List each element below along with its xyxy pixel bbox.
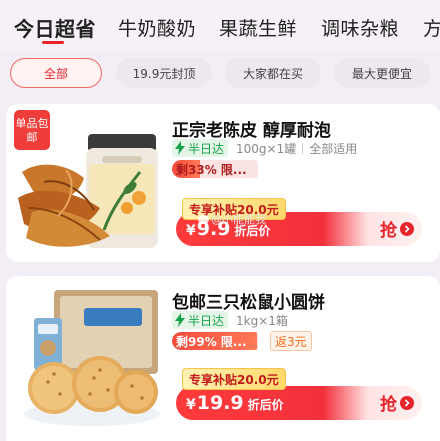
stock-remaining-pill: 剩99% 限... [172, 332, 258, 350]
exclusive-subsidy-tag: 专享补贴20.0元 [182, 368, 286, 390]
stock-remaining-text: 剩99% 限... [176, 334, 247, 349]
product-meta-row: 半日达 1kg×1箱 [172, 310, 288, 330]
grab-button[interactable]: 抢 [380, 216, 414, 241]
weibo-icon [198, 215, 209, 224]
half-day-delivery-badge: 半日达 [172, 139, 229, 157]
cashback-tag: 返3元 [270, 331, 312, 351]
chevron-right-icon [400, 395, 414, 410]
price-suffix: 折后价 [247, 398, 284, 412]
delivery-badge-label: 半日达 [188, 141, 225, 156]
coupon-applicability: 全部适用 [309, 141, 358, 156]
lightning-icon [175, 141, 185, 155]
product-card[interactable]: 包邮三只松鼠小圆饼 半日达 1kg×1箱 剩99% 限... 返3元 ¥19.9… [6, 276, 440, 441]
cookie-box-illustration [14, 284, 164, 434]
filter-chip-cheapest[interactable]: 最大更便宜 [334, 58, 430, 88]
grab-button-label: 抢 [380, 221, 397, 241]
filter-chip-price-cap[interactable]: 19.9元封顶 [116, 58, 212, 88]
half-day-delivery-badge: 半日达 [172, 311, 229, 329]
grab-button-label: 抢 [380, 395, 397, 415]
tab-today-savings[interactable]: 今日超省 [14, 13, 96, 42]
filter-chip-row: 全部 19.9元封顶 大家都在买 最大更便宜 [0, 56, 440, 92]
product-meta-row: 半日达 100g×1罐 全部适用 [172, 138, 357, 158]
filter-chip-all[interactable]: 全部 [10, 58, 102, 88]
spec-divider [302, 142, 304, 154]
watermark-text: @小能能我 [211, 213, 266, 226]
tab-seasoning-grains[interactable]: 调味杂粮 [321, 14, 399, 41]
delivery-badge-label: 半日达 [188, 313, 225, 328]
active-tab-indicator [42, 41, 64, 44]
tab-milk-yogurt[interactable]: 牛奶酸奶 [118, 14, 196, 41]
product-card[interactable]: 单品包邮 正宗老陈皮 醇厚耐泡 半日达 100g×1罐 全部适用 剩33% 限.… [6, 104, 440, 262]
watermark: @小能能我 [198, 211, 266, 227]
filter-chip-popular[interactable]: 大家都在买 [225, 58, 321, 88]
chevron-right-icon [400, 221, 414, 236]
stock-remaining-pill: 剩33% 限... [172, 160, 258, 178]
product-spec: 100g×1罐 [236, 141, 297, 156]
currency-symbol: ¥ [186, 397, 196, 413]
category-tab-bar: 今日超省 牛奶酸奶 果蔬生鲜 调味杂粮 方 [0, 0, 440, 50]
single-item-free-shipping-tag: 单品包邮 [14, 110, 50, 150]
currency-symbol: ¥ [186, 223, 196, 239]
lightning-icon [175, 313, 185, 327]
price-value: 19.9 [196, 392, 244, 414]
stock-remaining-text: 剩33% 限... [176, 162, 247, 177]
buy-price-bar[interactable]: ¥19.9 折后价 抢 [176, 386, 422, 420]
tab-more[interactable]: 方 [423, 14, 440, 41]
product-spec: 1kg×1箱 [236, 313, 288, 328]
product-image-round-cookies[interactable] [14, 284, 164, 434]
grab-button[interactable]: 抢 [380, 390, 414, 415]
tab-fruit-veg[interactable]: 果蔬生鲜 [219, 14, 297, 41]
price-display: ¥19.9 折后价 [186, 392, 284, 414]
